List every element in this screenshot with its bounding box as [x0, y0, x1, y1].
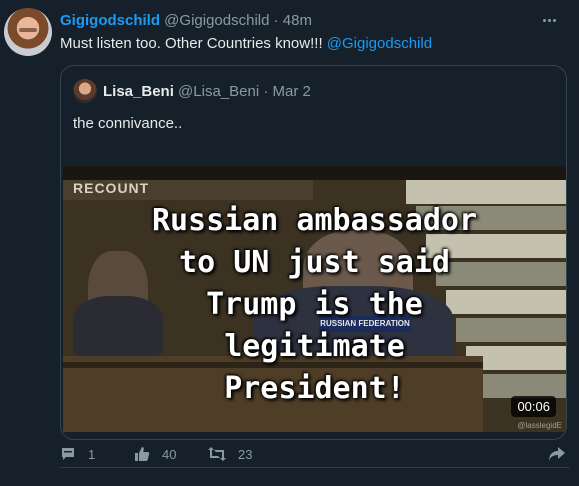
caption-line: President! — [224, 371, 405, 406]
quoted-tweet-header: Lisa_Beni @Lisa_Beni · Mar 2 — [103, 83, 311, 100]
caption-line: to UN just said — [179, 245, 450, 280]
tweet-actions: 1 40 23 — [60, 446, 570, 468]
quoted-author-handle: @Lisa_Beni — [178, 83, 260, 100]
like-count: 40 — [162, 446, 177, 462]
reply-button[interactable]: 1 — [60, 446, 95, 462]
bottom-divider — [60, 467, 570, 468]
share-icon — [549, 447, 565, 461]
tweet-header: Gigigodschild @Gigigodschild · 48m — [60, 12, 312, 29]
like-button[interactable]: 40 — [134, 446, 176, 462]
tweet-body: Must listen too. Other Countries know!!! — [60, 35, 327, 52]
retweet-icon — [208, 447, 226, 461]
more-icon[interactable] — [542, 9, 557, 23]
retweet-button[interactable]: 23 — [208, 446, 252, 462]
tweet-time[interactable]: 48m — [283, 12, 312, 29]
caption-line: Russian ambassador — [151, 203, 478, 238]
quoted-tweet[interactable]: Lisa_Beni @Lisa_Beni · Mar 2 the conniva… — [60, 65, 567, 440]
author-avatar[interactable] — [4, 8, 52, 56]
share-button[interactable] — [548, 446, 566, 462]
video-watermark: @lasslegidE — [517, 421, 562, 430]
video-scene-top — [63, 166, 566, 180]
quoted-tweet-text: the connivance.. — [73, 115, 183, 132]
caption-line: Trump is the — [206, 287, 423, 322]
quoted-author-name: Lisa_Beni — [103, 83, 174, 100]
quoted-separator: · — [263, 83, 269, 100]
reply-count: 1 — [88, 446, 96, 462]
caption-line: legitimate — [224, 329, 405, 364]
like-icon — [135, 447, 150, 461]
author-display-name[interactable]: Gigigodschild — [60, 12, 160, 29]
retweet-count: 23 — [238, 446, 253, 462]
mention-link[interactable]: @Gigigodschild — [327, 35, 432, 52]
quoted-tweet-date: Mar 2 — [272, 83, 311, 100]
author-handle[interactable]: @Gigigodschild — [164, 12, 269, 29]
quoted-author-avatar — [73, 79, 97, 103]
recount-logo: RECOUNT — [73, 180, 150, 196]
video-duration: 00:06 — [511, 396, 556, 417]
video-player[interactable]: RECOUNT RUSSIAN FEDERATION Russian ambas… — [63, 166, 566, 432]
video-caption: Russian ambassador to UN just said Trump… — [63, 200, 566, 410]
time-separator: · — [273, 12, 279, 29]
tweet-text: Must listen too. Other Countries know!!!… — [60, 35, 432, 52]
reply-icon — [62, 448, 74, 460]
